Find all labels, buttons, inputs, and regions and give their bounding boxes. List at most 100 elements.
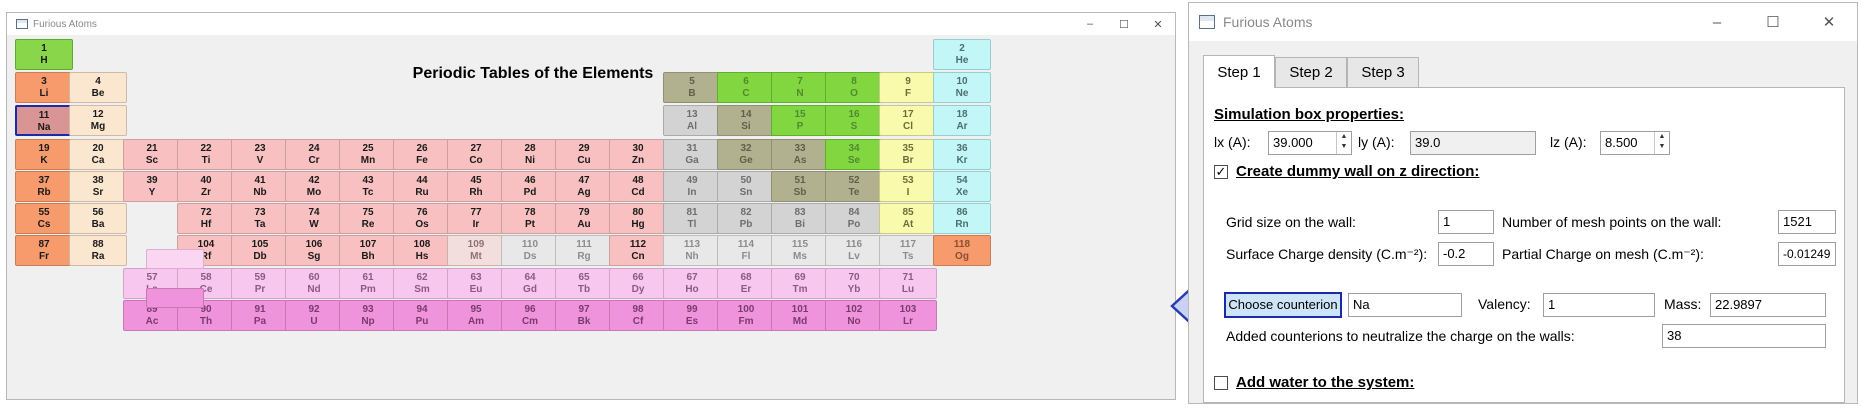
element-hg[interactable]: 80 Hg	[609, 203, 667, 234]
element-sr[interactable]: 38 Sr	[69, 171, 127, 202]
element-nb[interactable]: 41 Nb	[231, 171, 289, 202]
choose-counterion-button[interactable]: Choose counterion	[1224, 292, 1342, 318]
element-ir[interactable]: 77 Ir	[447, 203, 505, 234]
element-fr[interactable]: 87 Fr	[15, 235, 73, 266]
close-button[interactable]: ✕	[1141, 18, 1175, 31]
element-he[interactable]: 2 He	[933, 39, 991, 70]
element-lr[interactable]: 103 Lr	[879, 300, 937, 331]
element-mt[interactable]: 109 Mt	[447, 235, 505, 266]
spin-arrows-icon[interactable]: ▲ ▼	[1336, 132, 1351, 154]
element-ru[interactable]: 44 Ru	[393, 171, 451, 202]
element-gd[interactable]: 64 Gd	[501, 268, 559, 299]
element-li[interactable]: 3 Li	[15, 72, 73, 103]
element-nh[interactable]: 113 Nh	[663, 235, 721, 266]
element-v[interactable]: 23 V	[231, 139, 289, 170]
element-rn[interactable]: 86 Rn	[933, 203, 991, 234]
element-cu[interactable]: 29 Cu	[555, 139, 613, 170]
element-pa[interactable]: 91 Pa	[231, 300, 289, 331]
spin-arrows-icon[interactable]: ▲ ▼	[1654, 132, 1669, 154]
element-ms[interactable]: 115 Ms	[771, 235, 829, 266]
element-xe[interactable]: 54 Xe	[933, 171, 991, 202]
surface-charge-input[interactable]: -0.2	[1438, 242, 1494, 266]
lx-spinbox[interactable]: 39.000 ▲ ▼	[1268, 131, 1352, 155]
element-pd[interactable]: 46 Pd	[501, 171, 559, 202]
element-ti[interactable]: 22 Ti	[177, 139, 235, 170]
element-ts[interactable]: 117 Ts	[879, 235, 937, 266]
element-mg[interactable]: 12 Mg	[69, 105, 127, 136]
element-au[interactable]: 79 Au	[555, 203, 613, 234]
element-cr[interactable]: 24 Cr	[285, 139, 343, 170]
element-rb[interactable]: 37 Rb	[15, 171, 73, 202]
element-po[interactable]: 84 Po	[825, 203, 883, 234]
element-fl[interactable]: 114 Fl	[717, 235, 775, 266]
element-as[interactable]: 33 As	[771, 139, 829, 170]
element-np[interactable]: 93 Np	[339, 300, 397, 331]
tab-step-3[interactable]: Step 3	[1347, 57, 1419, 87]
element-br[interactable]: 35 Br	[879, 139, 937, 170]
element-hf[interactable]: 72 Hf	[177, 203, 235, 234]
element-s[interactable]: 16 S	[825, 105, 883, 136]
grid-size-input[interactable]: 1	[1438, 210, 1494, 234]
element-b[interactable]: 5B	[663, 72, 721, 103]
lz-spinbox[interactable]: 8.500 ▲ ▼	[1600, 131, 1670, 155]
tab-step-2[interactable]: Step 2	[1275, 57, 1347, 87]
element-cf[interactable]: 98 Cf	[609, 300, 667, 331]
dummy-wall-checkbox[interactable]: ✓	[1214, 165, 1228, 179]
minimize-button[interactable]: –	[1073, 18, 1107, 30]
element-rg[interactable]: 111 Rg	[555, 235, 613, 266]
element-si[interactable]: 14 Si	[717, 105, 775, 136]
element-tl[interactable]: 81 Tl	[663, 203, 721, 234]
element-u[interactable]: 92 U	[285, 300, 343, 331]
element-am[interactable]: 95 Am	[447, 300, 505, 331]
element-eu[interactable]: 63 Eu	[447, 268, 505, 299]
element-cm[interactable]: 96 Cm	[501, 300, 559, 331]
element-fe[interactable]: 26 Fe	[393, 139, 451, 170]
element-ba[interactable]: 56 Ba	[69, 203, 127, 234]
element-p[interactable]: 15 P	[771, 105, 829, 136]
element-w[interactable]: 74 W	[285, 203, 343, 234]
element-o[interactable]: 8O	[825, 72, 883, 103]
element-ds[interactable]: 110 Ds	[501, 235, 559, 266]
element-n[interactable]: 7N	[771, 72, 829, 103]
element-tb[interactable]: 65 Tb	[555, 268, 613, 299]
element-ar[interactable]: 18 Ar	[933, 105, 991, 136]
valency-input[interactable]: 1	[1543, 293, 1655, 317]
element-in[interactable]: 49 In	[663, 171, 721, 202]
element-sm[interactable]: 62 Sm	[393, 268, 451, 299]
element-y[interactable]: 39 Y	[123, 171, 181, 202]
maximize-button[interactable]: ☐	[1107, 18, 1141, 31]
element-at[interactable]: 85 At	[879, 203, 937, 234]
element-mo[interactable]: 42 Mo	[285, 171, 343, 202]
element-co[interactable]: 27 Co	[447, 139, 505, 170]
minimize-button[interactable]: –	[1689, 14, 1745, 31]
element-sb[interactable]: 51 Sb	[771, 171, 829, 202]
element-rh[interactable]: 45 Rh	[447, 171, 505, 202]
element-h[interactable]: 1H	[15, 39, 73, 70]
element-pb[interactable]: 82 Pb	[717, 203, 775, 234]
element-be[interactable]: 4 Be	[69, 72, 127, 103]
element-bk[interactable]: 97 Bk	[555, 300, 613, 331]
element-pu[interactable]: 94 Pu	[393, 300, 451, 331]
element-ca[interactable]: 20 Ca	[69, 139, 127, 170]
element-ni[interactable]: 28 Ni	[501, 139, 559, 170]
element-ge[interactable]: 32 Ge	[717, 139, 775, 170]
element-cs[interactable]: 55 Cs	[15, 203, 73, 234]
element-es[interactable]: 99 Es	[663, 300, 721, 331]
tab-step-1[interactable]: Step 1	[1203, 55, 1275, 88]
element-pm[interactable]: 61 Pm	[339, 268, 397, 299]
element-tc[interactable]: 43 Tc	[339, 171, 397, 202]
element-ra[interactable]: 88 Ra	[69, 235, 127, 266]
element-ho[interactable]: 67 Ho	[663, 268, 721, 299]
element-hs[interactable]: 108 Hs	[393, 235, 451, 266]
element-re[interactable]: 75 Re	[339, 203, 397, 234]
element-mn[interactable]: 25 Mn	[339, 139, 397, 170]
element-f[interactable]: 9F	[879, 72, 937, 103]
element-dy[interactable]: 66 Dy	[609, 268, 667, 299]
element-sc[interactable]: 21 Sc	[123, 139, 181, 170]
element-na[interactable]: 11 Na	[15, 105, 73, 136]
element-db[interactable]: 105 Db	[231, 235, 289, 266]
element-kr[interactable]: 36 Kr	[933, 139, 991, 170]
element-cl[interactable]: 17 Cl	[879, 105, 937, 136]
add-water-checkbox[interactable]	[1214, 376, 1228, 390]
element-lv[interactable]: 116 Lv	[825, 235, 883, 266]
